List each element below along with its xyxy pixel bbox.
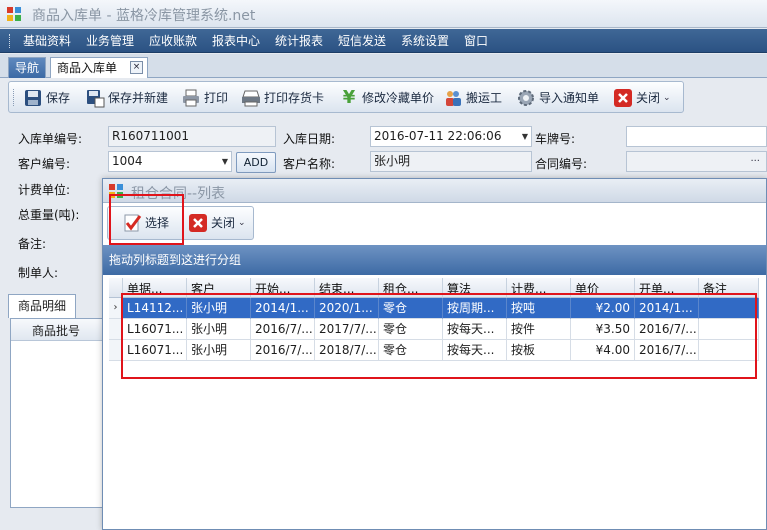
menu-window[interactable]: 窗口 — [458, 29, 494, 53]
gear-icon — [518, 90, 534, 106]
tab-product-detail[interactable]: 商品明细 — [8, 294, 76, 318]
modify-price-label: 修改冷藏单价 — [362, 91, 435, 105]
print-card-icon — [242, 90, 260, 107]
group-by-panel[interactable]: 拖动列标题到这进行分组 — [103, 245, 766, 275]
menu-business[interactable]: 业务管理 — [80, 29, 140, 53]
batch-header-label: 商品批号 — [32, 324, 81, 338]
tab-stock-in-label: 商品入库单 — [57, 61, 118, 75]
save-new-icon — [87, 90, 105, 108]
close-label: 关闭 — [636, 91, 661, 105]
menu-sms[interactable]: 短信发送 — [332, 29, 392, 53]
dialog-titlebar: 租仓合同--列表 — [103, 179, 766, 203]
porter-label: 搬运工 — [466, 91, 503, 105]
print-card-button[interactable]: 打印存货卡 — [241, 88, 324, 108]
date-value: 2016-07-11 22:06:06 — [374, 129, 502, 143]
menu-reports[interactable]: 报表中心 — [206, 29, 266, 53]
document-tabs: 导航 商品入库单 × — [0, 54, 767, 78]
order-no-field[interactable]: R160711001 — [108, 126, 276, 147]
menu-bar: 基础资料 业务管理 应收账款 报表中心 统计报表 短信发送 系统设置 窗口 — [0, 29, 767, 53]
tab-navigation[interactable]: 导航 — [8, 57, 47, 78]
menu-receivables[interactable]: 应收账款 — [143, 29, 203, 53]
date-picker[interactable]: 2016-07-11 22:06:06 ▼ — [370, 126, 532, 147]
dialog-close-label: 关闭 — [211, 216, 236, 230]
dialog-close-button[interactable]: 关闭 ⌄ — [188, 213, 246, 233]
highlight-box-rows — [121, 293, 757, 379]
plate-field[interactable] — [626, 126, 767, 147]
toolbar-grip — [13, 89, 16, 106]
maker-label: 制单人: — [18, 266, 59, 280]
menu-settings[interactable]: 系统设置 — [395, 29, 455, 53]
menu-statistics[interactable]: 统计报表 — [269, 29, 329, 53]
ellipsis-icon[interactable]: ··· — [750, 152, 760, 171]
save-new-button[interactable]: 保存并新建 — [85, 88, 168, 108]
import-notice-label: 导入通知单 — [539, 91, 600, 105]
porter-icon — [446, 91, 461, 106]
print-card-label: 打印存货卡 — [264, 91, 325, 105]
save-icon — [25, 90, 41, 106]
porter-button[interactable]: 搬运工 — [443, 88, 502, 108]
main-toolbar: 保存 保存并新建 打印 打印存货卡 ¥ 修改冷藏单价 搬运工 导入通知单 关闭 … — [8, 81, 684, 113]
menu-basic-data[interactable]: 基础资料 — [17, 29, 77, 53]
contract-no-field[interactable]: ··· — [626, 151, 767, 172]
print-button[interactable]: 打印 — [181, 88, 228, 108]
tab-close-icon[interactable]: × — [130, 61, 143, 74]
chevron-down-icon[interactable]: ⌄ — [238, 213, 246, 233]
add-customer-button[interactable]: ADD — [236, 152, 276, 173]
close-button[interactable]: 关闭 ⌄ — [613, 88, 671, 108]
window-titlebar: 商品入库单 - 蓝格冷库管理系统.net — [0, 0, 767, 28]
yen-icon: ¥ — [342, 87, 356, 108]
save-button[interactable]: 保存 — [23, 88, 70, 108]
printer-icon — [183, 89, 199, 107]
customer-no-select[interactable]: 1004 ▼ — [108, 151, 232, 172]
save-label: 保存 — [46, 91, 71, 105]
customer-name-label: 客户名称: — [283, 157, 336, 171]
close-icon — [614, 89, 632, 107]
print-label: 打印 — [204, 91, 229, 105]
total-weight-label: 总重量(吨): — [18, 208, 80, 222]
highlight-box-select — [109, 194, 184, 245]
customer-no-value: 1004 — [112, 154, 143, 168]
customer-name-field[interactable]: 张小明 — [370, 151, 532, 172]
customer-no-label: 客户编号: — [18, 157, 71, 171]
save-new-label: 保存并新建 — [108, 91, 169, 105]
tab-stock-in[interactable]: 商品入库单 × — [50, 57, 148, 78]
remark-label: 备注: — [18, 237, 47, 251]
window-title: 商品入库单 - 蓝格冷库管理系统.net — [32, 8, 256, 24]
menu-grip — [9, 34, 12, 48]
detail-tabs: 商品明细 — [8, 294, 103, 318]
plate-label: 车牌号: — [535, 132, 576, 146]
date-label: 入库日期: — [283, 132, 336, 146]
chevron-down-icon[interactable]: ⌄ — [663, 88, 671, 108]
chevron-down-icon[interactable]: ▼ — [522, 127, 528, 146]
column-header-batch[interactable]: 商品批号 — [11, 319, 103, 341]
chevron-down-icon[interactable]: ▼ — [222, 152, 228, 171]
app-icon — [7, 7, 21, 21]
modify-price-button[interactable]: ¥ 修改冷藏单价 — [339, 88, 434, 108]
billing-unit-label: 计费单位: — [18, 183, 71, 197]
close-icon — [189, 214, 207, 232]
product-detail-grid: 商品批号 — [10, 318, 104, 508]
contract-no-label: 合同编号: — [535, 157, 588, 171]
order-no-label: 入库单编号: — [18, 132, 83, 146]
import-notice-button[interactable]: 导入通知单 — [516, 88, 599, 108]
